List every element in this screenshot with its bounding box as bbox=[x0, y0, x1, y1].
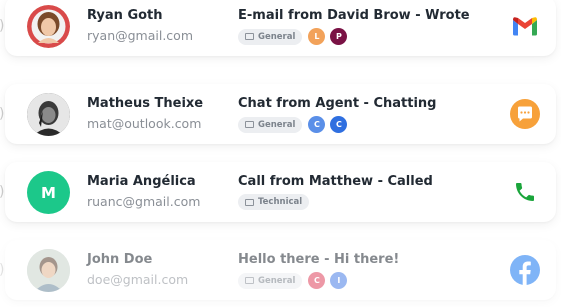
avatar: M bbox=[27, 171, 70, 214]
category-badge[interactable]: Technical bbox=[238, 194, 310, 210]
contact-email: ruanc@gmail.com bbox=[87, 194, 201, 209]
drag-handle-icon[interactable]: ) bbox=[0, 262, 9, 280]
conversation-row[interactable]: ) John Doe doe@gmail.com Hello there - H… bbox=[0, 240, 556, 300]
conversation-subject[interactable]: Call from Matthew - Called bbox=[238, 174, 433, 189]
tags: General L P bbox=[238, 28, 348, 45]
avatar bbox=[27, 5, 70, 48]
conversation-subject[interactable]: Hello there - Hi there! bbox=[238, 252, 399, 267]
conversation-row[interactable]: ) M Maria Angélica ruanc@gmail.com Call … bbox=[0, 162, 556, 222]
contact-name: Matheus Theixe bbox=[87, 96, 204, 111]
tags: General C I bbox=[238, 272, 348, 289]
category-label: General bbox=[258, 31, 296, 42]
category-badge[interactable]: General bbox=[238, 116, 303, 133]
facebook-icon[interactable] bbox=[508, 253, 542, 287]
agent-avatar[interactable]: C bbox=[308, 116, 326, 133]
contact-name: John Doe bbox=[87, 252, 153, 267]
folder-icon bbox=[245, 33, 254, 40]
agent-avatar[interactable]: I bbox=[330, 272, 348, 289]
chat-icon[interactable] bbox=[508, 97, 542, 131]
agent-avatar[interactable]: L bbox=[308, 28, 326, 45]
conversation-subject[interactable]: Chat from Agent - Chatting bbox=[238, 96, 437, 111]
avatar bbox=[27, 249, 70, 292]
folder-icon bbox=[245, 121, 254, 128]
drag-handle-icon[interactable]: ) bbox=[0, 184, 9, 202]
tags: General C C bbox=[238, 116, 348, 133]
folder-icon bbox=[245, 198, 254, 206]
conversation-subject[interactable]: E-mail from David Brow - Wrote bbox=[238, 8, 470, 23]
contact-name: Maria Angélica bbox=[87, 174, 196, 189]
category-label: General bbox=[258, 119, 296, 130]
drag-handle-icon[interactable]: ) bbox=[0, 18, 9, 36]
tags: Technical bbox=[238, 194, 310, 210]
agent-avatar[interactable]: C bbox=[308, 272, 326, 289]
folder-icon bbox=[245, 277, 254, 284]
contact-email: ryan@gmail.com bbox=[87, 28, 194, 43]
agent-avatar[interactable]: C bbox=[330, 116, 348, 133]
category-label: Technical bbox=[258, 197, 303, 207]
conversation-row[interactable]: ) Ryan Goth ryan@gmail.com E-mail from D… bbox=[0, 0, 556, 56]
contact-name: Ryan Goth bbox=[87, 8, 163, 23]
drag-handle-icon[interactable]: ) bbox=[0, 106, 9, 124]
category-badge[interactable]: General bbox=[238, 28, 303, 45]
phone-icon[interactable] bbox=[508, 175, 542, 209]
avatar-initial: M bbox=[41, 183, 56, 202]
category-label: General bbox=[258, 275, 296, 286]
agent-avatar[interactable]: P bbox=[330, 28, 348, 45]
contact-email: doe@gmail.com bbox=[87, 272, 189, 287]
contact-email: mat@outlook.com bbox=[87, 116, 202, 131]
avatar bbox=[27, 93, 70, 136]
category-badge[interactable]: General bbox=[238, 272, 303, 289]
conversation-row[interactable]: ) Matheus Theixe mat@outlook.com Chat fr… bbox=[0, 84, 556, 144]
gmail-icon[interactable] bbox=[508, 9, 542, 43]
